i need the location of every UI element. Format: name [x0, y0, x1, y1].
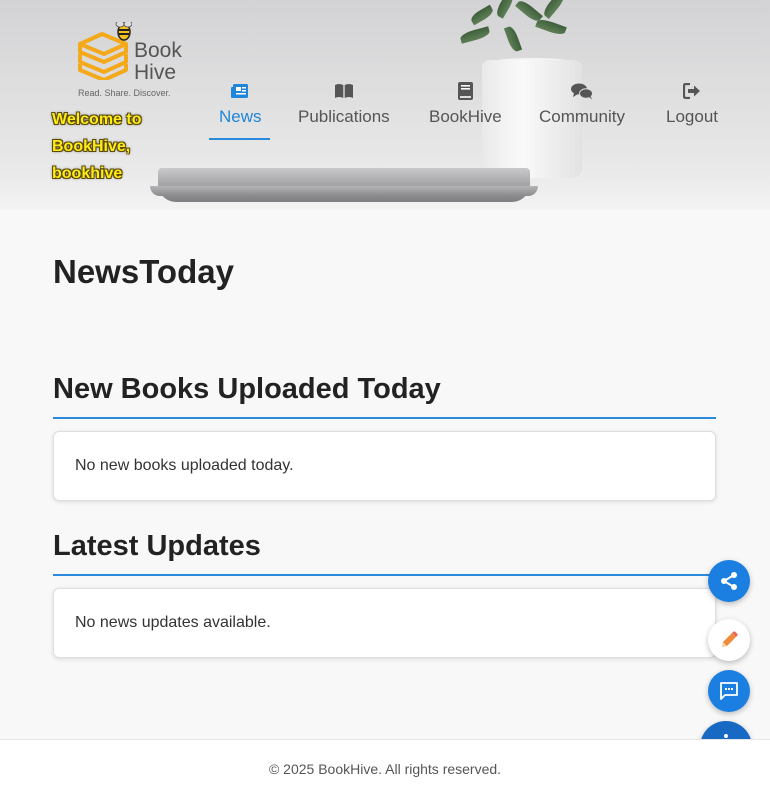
nav-item-label: Logout — [666, 107, 718, 126]
message-icon — [720, 682, 738, 700]
laptop-edge — [150, 186, 538, 196]
plant-leaf — [494, 0, 516, 19]
open-book-icon — [334, 80, 354, 102]
new-books-card: No new books uploaded today. — [53, 431, 716, 501]
empty-state-message: No news updates available. — [75, 614, 271, 631]
footer: © 2025 BookHive. All rights reserved. — [0, 739, 770, 797]
nav-item-label: Community — [539, 107, 625, 126]
section-title-latest-updates: Latest Updates — [53, 530, 261, 562]
book-icon — [457, 80, 473, 102]
plant-leaf — [541, 0, 567, 19]
header-banner: Book Hive Read. Share. Discover. Welcome… — [0, 0, 770, 210]
brand-tagline: Read. Share. Discover. — [78, 88, 171, 98]
nav-item-logout[interactable]: Logout — [666, 80, 718, 127]
empty-state-message: No new books uploaded today. — [75, 457, 294, 474]
brand-name: Book Hive — [134, 40, 182, 84]
latest-updates-card: No news updates available. — [53, 588, 716, 658]
nav-item-publications[interactable]: Publications — [298, 80, 390, 127]
plant-leaf — [535, 17, 567, 37]
edit-button[interactable] — [708, 619, 750, 661]
section-title-new-books: New Books Uploaded Today — [53, 373, 441, 405]
share-icon — [721, 572, 737, 590]
pencil-icon — [722, 631, 738, 647]
nav-item-community[interactable]: Community — [539, 80, 625, 127]
plant-leaf — [459, 26, 491, 44]
page-title: NewsToday — [53, 253, 234, 290]
brand-name-line2: Hive — [134, 61, 177, 84]
sign-out-icon — [683, 80, 701, 102]
share-button[interactable] — [708, 560, 750, 602]
book-stack-bee-icon — [78, 22, 132, 80]
section-divider — [53, 417, 716, 419]
nav-item-news[interactable]: News — [209, 80, 270, 140]
nav-item-bookhive[interactable]: BookHive — [429, 80, 502, 127]
nav-item-label: Publications — [298, 107, 390, 126]
active-tab-underline — [209, 138, 270, 140]
bookhive-logo[interactable]: Book Hive Read. Share. Discover. — [74, 18, 192, 100]
nav-item-label: BookHive — [429, 107, 502, 126]
footer-copyright: © 2025 BookHive. All rights reserved. — [268, 760, 502, 777]
laptop-image — [158, 168, 530, 202]
chat-bubbles-icon — [570, 80, 593, 102]
feedback-button[interactable] — [708, 670, 750, 712]
plant-leaf — [469, 4, 495, 26]
plant-leaf — [503, 25, 523, 53]
section-divider — [53, 574, 716, 576]
newspaper-icon — [231, 80, 249, 102]
welcome-message: Welcome to BookHive, bookhive — [52, 111, 142, 182]
brand-name-line1: Book — [134, 39, 182, 62]
nav-item-label: News — [219, 107, 262, 126]
